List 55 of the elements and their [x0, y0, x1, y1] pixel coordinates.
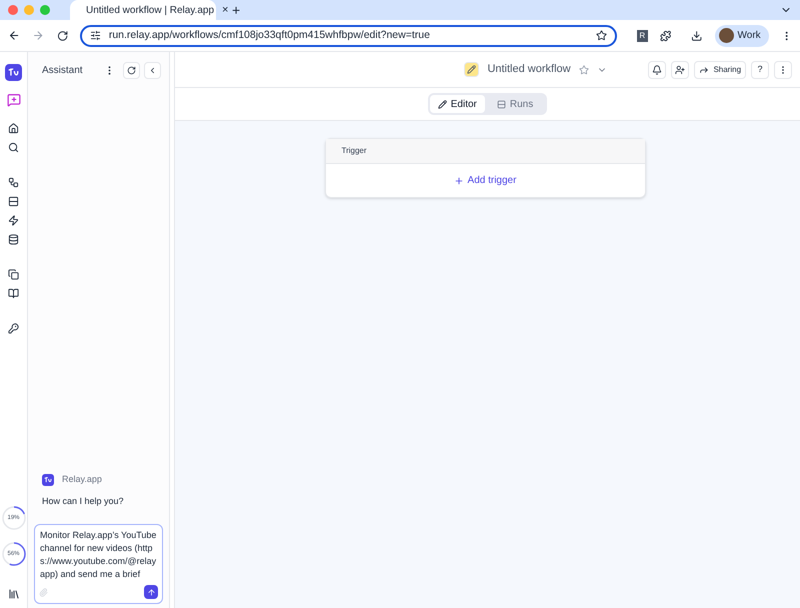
list-icon — [496, 100, 506, 108]
book-icon[interactable] — [8, 288, 19, 299]
extensions-icon[interactable] — [660, 30, 672, 42]
send-button[interactable] — [144, 585, 158, 599]
search-icon[interactable] — [8, 142, 19, 153]
view-tab[interactable]: Runs — [484, 95, 546, 113]
sharing-button[interactable]: Sharing — [694, 60, 746, 78]
reload-icon[interactable] — [56, 30, 68, 42]
extension-badge[interactable]: R — [636, 30, 648, 42]
forward-icon[interactable] — [32, 29, 45, 42]
site-settings-icon[interactable] — [90, 30, 101, 41]
pencil-icon — [438, 100, 447, 108]
chat-input[interactable]: Monitor Relay.app’s YouTube channel for new videos (https://www.youtube.com/@relayapp) and send me a brief — [34, 524, 163, 604]
bolt-icon[interactable] — [8, 215, 19, 226]
url-text: run.relay.app/workflows/cmf108jo33qft0pm415whfbpw/edit?new=true — [108, 28, 430, 43]
bell-icon — [652, 64, 662, 74]
panel-title: Assistant — [42, 64, 83, 78]
share-arrow-icon — [699, 64, 710, 74]
assistant-icon[interactable] — [6, 93, 20, 107]
help-button[interactable]: ? — [751, 60, 770, 78]
favorite-star-icon[interactable] — [578, 64, 589, 74]
add-user-icon — [675, 64, 686, 74]
chevron-left-icon — [148, 66, 157, 74]
refresh-button[interactable] — [123, 62, 140, 78]
bookmark-star-icon[interactable] — [596, 30, 607, 41]
workflow-icon[interactable] — [8, 177, 19, 188]
address-bar[interactable]: run.relay.app/workflows/cmf108jo33qft0pm415whfbpw/edit?new=true — [80, 24, 617, 46]
more-button[interactable] — [774, 60, 792, 78]
key-icon[interactable] — [8, 323, 19, 334]
list-icon[interactable] — [8, 196, 19, 207]
tab-title: Untitled workflow | Relay.app — [86, 4, 214, 18]
card-title: Trigger — [342, 145, 367, 157]
back-icon[interactable] — [8, 29, 20, 42]
profile-button[interactable]: Work — [714, 24, 769, 46]
plus-icon — [454, 176, 464, 186]
refresh-icon — [127, 66, 136, 74]
avatar-icon — [718, 28, 734, 43]
download-icon[interactable] — [691, 30, 703, 42]
add-user-button[interactable] — [671, 60, 690, 78]
workflow-title[interactable]: Untitled workflow — [487, 61, 571, 78]
view-tab[interactable]: Editor — [430, 95, 485, 113]
assistant-message: How can I help you? — [41, 494, 125, 508]
arrow-up-icon — [146, 588, 156, 596]
notifications-button[interactable] — [648, 60, 666, 78]
sender-name: Relay.app — [62, 473, 102, 486]
new-tab-button[interactable]: + — [232, 0, 240, 20]
copy-icon[interactable] — [8, 269, 19, 280]
home-icon[interactable] — [8, 123, 19, 134]
relay-logo-icon — [5, 64, 22, 81]
library-icon[interactable] — [8, 588, 20, 600]
workflow-icon — [464, 62, 480, 77]
add-trigger-button[interactable]: Add trigger — [454, 173, 516, 188]
database-icon[interactable] — [8, 234, 19, 245]
tab-close-button[interactable]: × — [222, 2, 228, 18]
relay-avatar-icon — [42, 474, 54, 486]
